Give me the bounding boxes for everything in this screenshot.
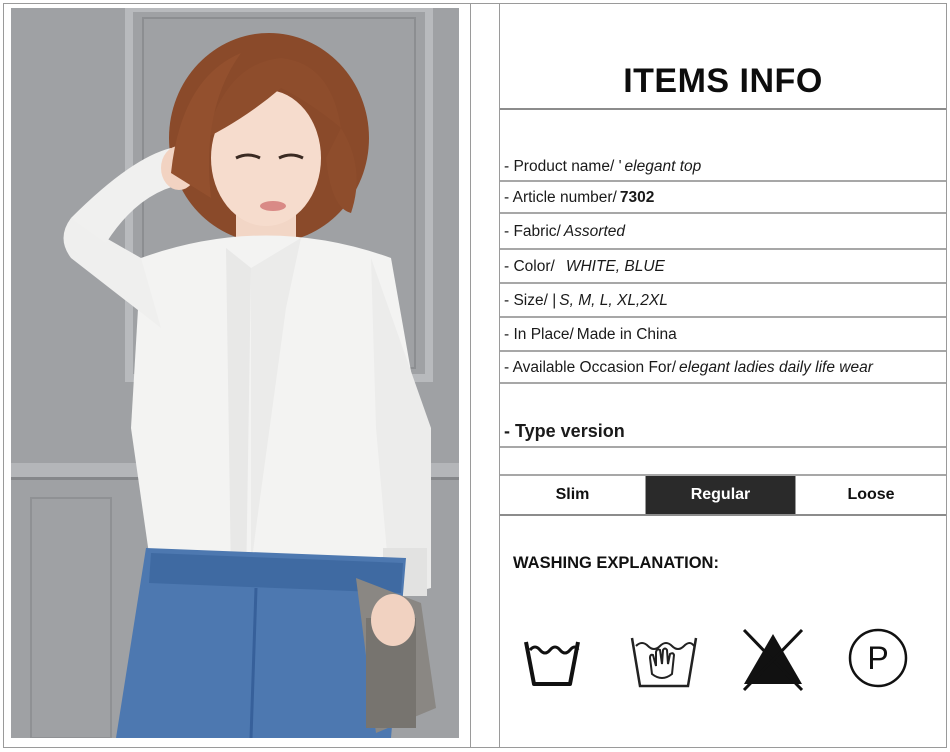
no-bleach-icon xyxy=(742,628,804,692)
items-info-panel: ITEMS INFO - Product name/ ' elegant top… xyxy=(500,4,946,748)
wash-tub-icon xyxy=(524,641,580,686)
article-number-row: - Article number/ 7302 xyxy=(500,182,946,214)
row-value: elegant top xyxy=(624,158,702,175)
product-photo xyxy=(11,8,459,738)
row-label: - Fabric/ xyxy=(504,223,561,240)
dry-clean-letter: P xyxy=(867,640,888,676)
color-row: - Color/ WHITE, BLUE xyxy=(500,250,946,284)
origin-row: - In Place/ Made in China xyxy=(500,318,946,352)
type-version-row: - Type version xyxy=(500,384,946,448)
fit-option-loose[interactable]: Loose xyxy=(796,476,946,514)
dry-clean-p-icon: P xyxy=(848,628,908,688)
size-row: - Size/ | S, M, L, XL,2XL xyxy=(500,284,946,318)
row-label: - Article number/ xyxy=(504,189,617,206)
fabric-row: - Fabric/ Assorted xyxy=(500,214,946,250)
row-label: - Color/ xyxy=(504,258,555,275)
row-value: Assorted xyxy=(563,223,626,240)
row-label: - Available Occasion For/ xyxy=(504,359,677,376)
column-divider xyxy=(470,3,471,748)
product-name-row: - Product name/ ' elegant top xyxy=(500,110,946,182)
row-value: WHITE, BLUE xyxy=(565,258,665,275)
items-info-title: ITEMS INFO xyxy=(500,4,946,110)
spacer-row xyxy=(500,448,946,476)
row-label: - Product name/ ' xyxy=(504,158,622,175)
washing-heading: WASHING EXPLANATION: xyxy=(513,554,719,572)
hand-wash-icon xyxy=(630,637,698,688)
fit-selector: Slim Regular Loose xyxy=(500,476,946,516)
row-value: 7302 xyxy=(619,189,655,206)
fit-option-regular[interactable]: Regular xyxy=(646,476,796,514)
type-version-heading: - Type version xyxy=(504,421,625,441)
row-label: - Size/ | xyxy=(504,292,557,309)
occasion-row: - Available Occasion For/ elegant ladies… xyxy=(500,352,946,384)
row-value: S, M, L, XL,2XL xyxy=(559,292,668,309)
row-value: Made in China xyxy=(576,326,677,343)
fit-option-slim[interactable]: Slim xyxy=(500,476,646,514)
row-label: - In Place/ xyxy=(504,326,574,343)
row-value: elegant ladies daily life wear xyxy=(679,359,873,376)
